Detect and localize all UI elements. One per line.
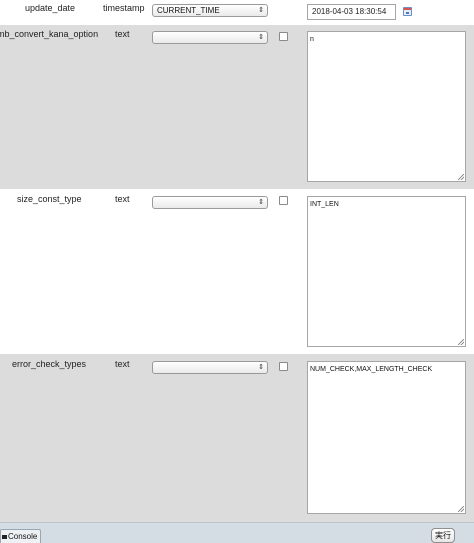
calendar-icon[interactable]	[403, 7, 412, 16]
textarea-value: INT_LEN	[310, 201, 339, 208]
field-type: timestamp	[103, 3, 145, 13]
null-checkbox[interactable]	[279, 32, 288, 41]
console-button[interactable]: Console	[0, 529, 41, 543]
resize-grip-icon[interactable]	[458, 174, 464, 180]
function-select[interactable]: CURRENT_TIME ⇕	[152, 4, 268, 17]
select-arrow-icon: ⇕	[258, 34, 264, 41]
field-type: text	[115, 194, 130, 204]
textarea-value: n	[310, 36, 314, 43]
datetime-input[interactable]: 2018-04-03 18:30:54	[307, 4, 396, 20]
function-select[interactable]: ⇕	[152, 31, 268, 44]
field-type: text	[115, 359, 130, 369]
value-textarea[interactable]: INT_LEN	[307, 196, 466, 347]
select-arrow-icon: ⇕	[258, 364, 264, 371]
console-label: Console	[8, 532, 38, 541]
value-textarea[interactable]: NUM_CHECK,MAX_LENGTH_CHECK	[307, 361, 466, 514]
console-icon	[2, 534, 7, 539]
bottom-bar: Console 実行	[0, 522, 474, 543]
function-select[interactable]: ⇕	[152, 196, 268, 209]
field-name: mb_convert_kana_option	[0, 29, 99, 39]
function-select[interactable]: ⇕	[152, 361, 268, 374]
value-textarea[interactable]: n	[307, 31, 466, 182]
resize-grip-icon[interactable]	[458, 339, 464, 345]
null-checkbox[interactable]	[279, 362, 288, 371]
textarea-value: NUM_CHECK,MAX_LENGTH_CHECK	[310, 366, 433, 373]
field-row-size-const-type: size_const_type text ⇕ INT_LEN	[0, 189, 474, 354]
select-arrow-icon: ⇕	[258, 199, 264, 206]
field-name: update_date	[25, 3, 76, 13]
field-row-error-check-types: error_check_types text ⇕ NUM_CHECK,MAX_L…	[0, 354, 474, 522]
select-arrow-icon: ⇕	[258, 7, 264, 14]
field-row-update-date: update_date timestamp CURRENT_TIME ⇕ 201…	[0, 0, 474, 25]
function-select-value: CURRENT_TIME	[157, 6, 220, 15]
execute-button[interactable]: 実行	[431, 528, 455, 543]
field-name: size_const_type	[17, 194, 82, 204]
resize-grip-icon[interactable]	[458, 506, 464, 512]
field-name: error_check_types	[12, 359, 87, 369]
null-checkbox[interactable]	[279, 196, 288, 205]
field-type: text	[115, 29, 130, 39]
field-row-mb-convert-kana-option: mb_convert_kana_option text ⇕ n	[0, 25, 474, 189]
